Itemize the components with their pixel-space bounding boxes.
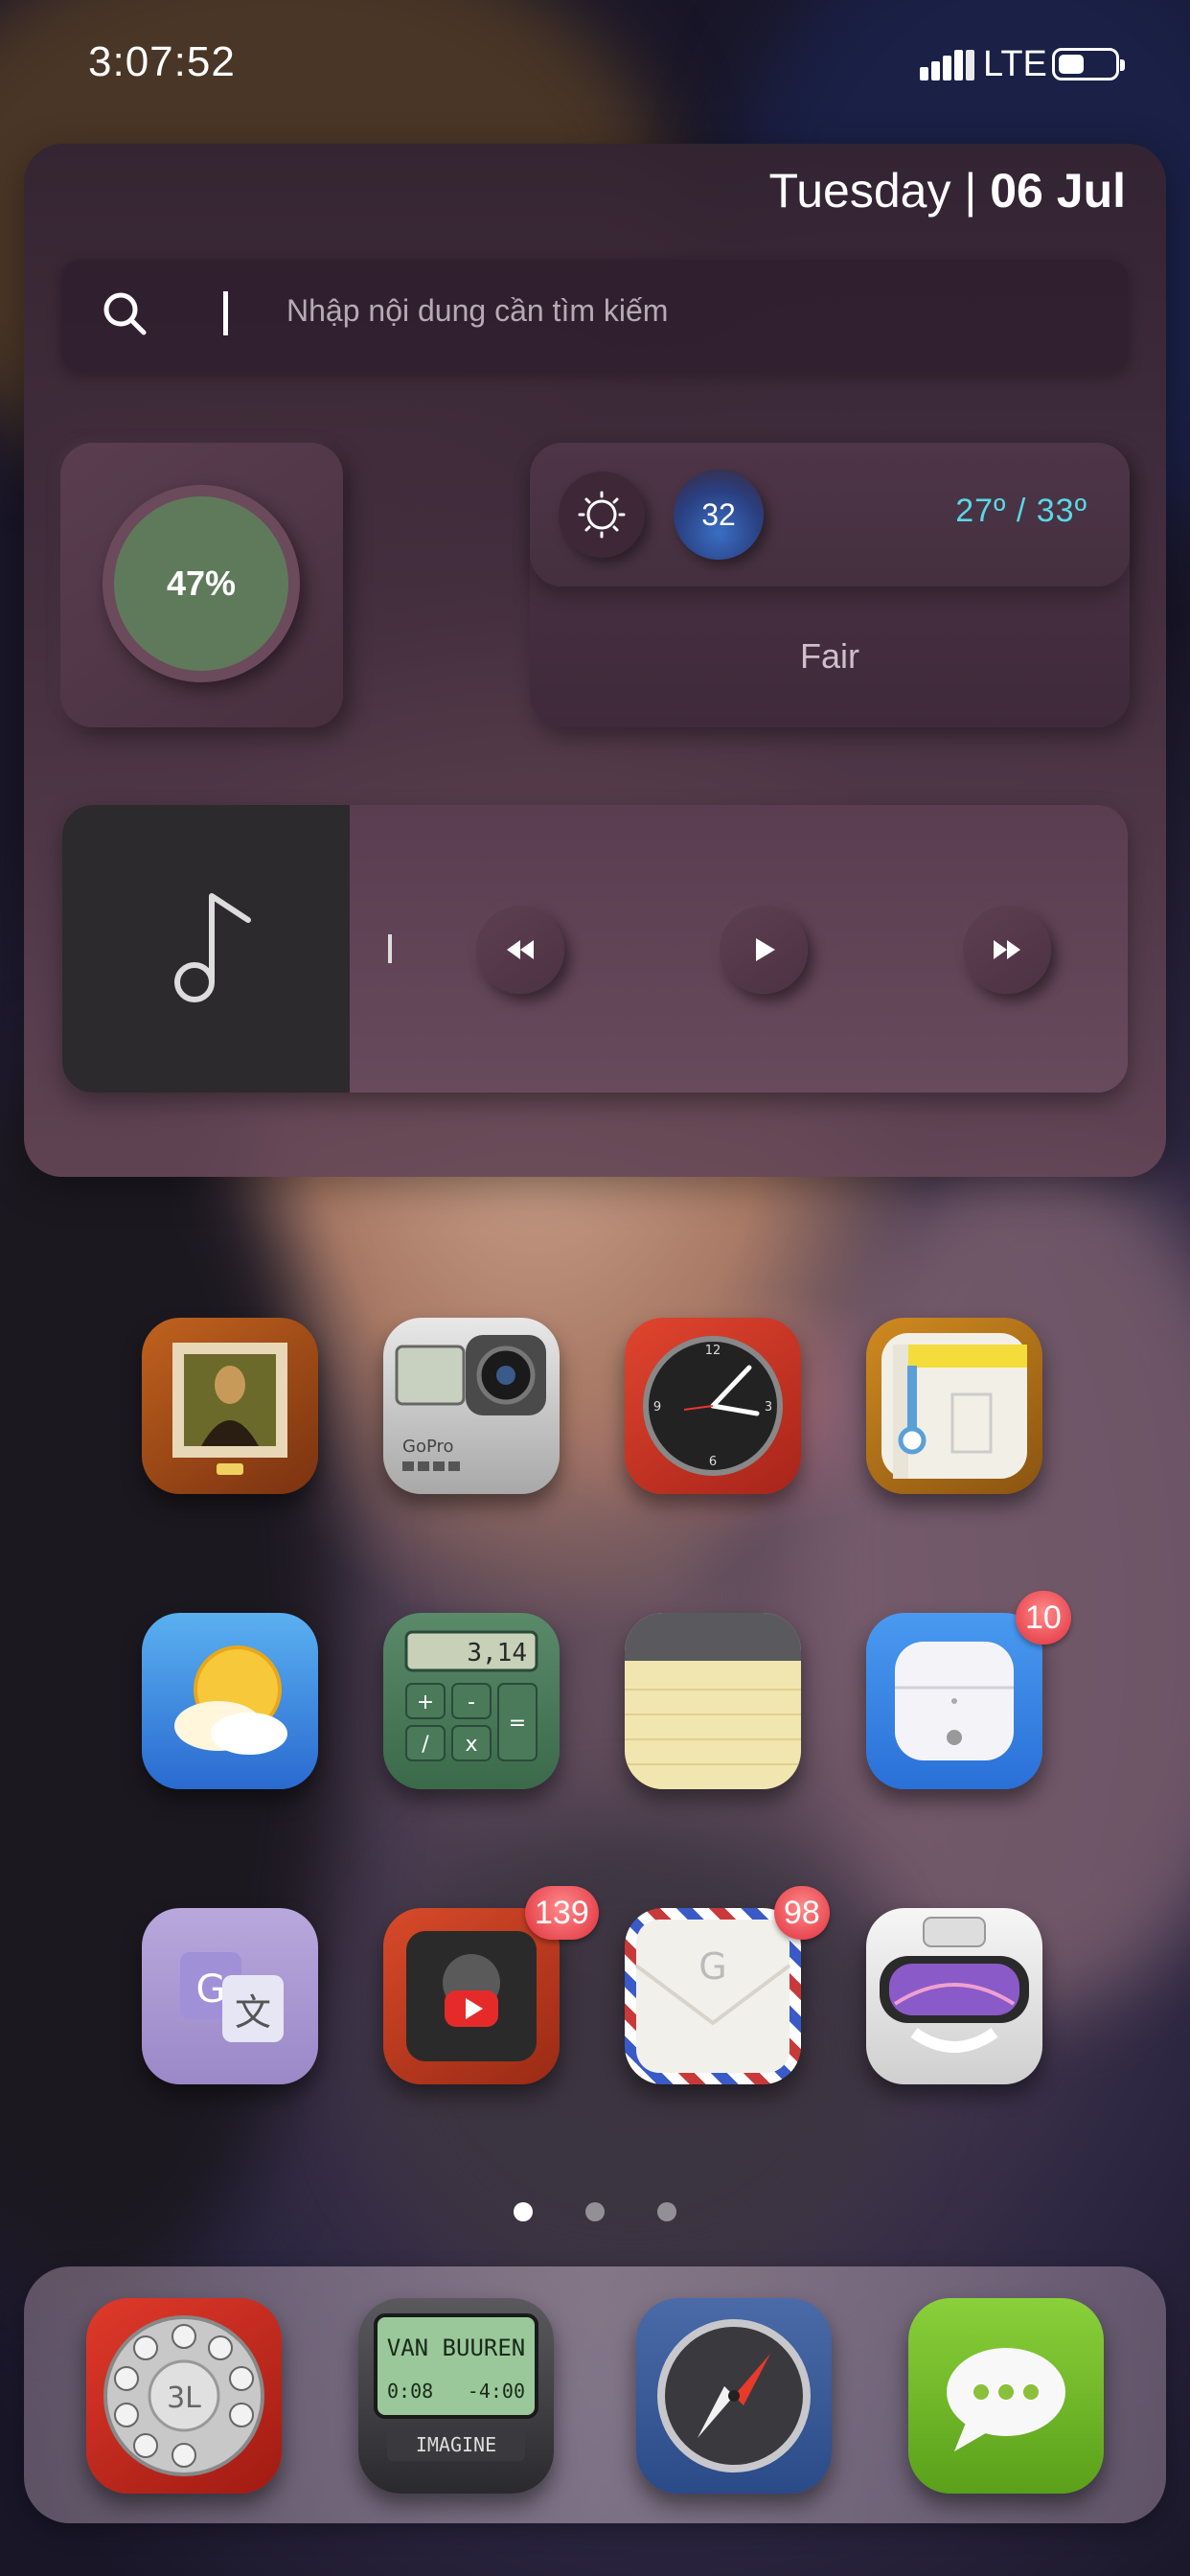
music-widget bbox=[62, 805, 1128, 1092]
play-icon bbox=[756, 938, 775, 961]
dock-safari[interactable] bbox=[636, 2298, 832, 2494]
music-player-icon: VAN BUUREN 0:08 -4:00 IMAGINE bbox=[374, 2313, 538, 2461]
svg-text:3L: 3L bbox=[167, 2381, 201, 2415]
notification-badge: 10 bbox=[1016, 1591, 1071, 1644]
app-notes[interactable] bbox=[625, 1613, 801, 1789]
app-translate[interactable]: G 文 bbox=[142, 1908, 318, 2084]
svg-text:x: x bbox=[465, 1733, 477, 1757]
battery-widget[interactable]: 47% bbox=[60, 443, 343, 727]
notification-badge: 139 bbox=[525, 1886, 599, 1940]
app-photos[interactable] bbox=[142, 1318, 318, 1494]
airpods-case-icon bbox=[895, 1642, 1014, 1760]
app-youtube[interactable] bbox=[383, 1908, 560, 2084]
app-clock[interactable]: 12 3 6 9 bbox=[625, 1318, 801, 1494]
gopro-camera-icon: GoPro bbox=[395, 1335, 546, 1471]
player-time-elapsed: 0:08 bbox=[387, 2380, 433, 2403]
progress-marker[interactable] bbox=[388, 934, 392, 963]
forward-button[interactable] bbox=[963, 906, 1051, 994]
mona-lisa-frame-icon bbox=[172, 1343, 287, 1475]
weather-header: 32 27º / 33º bbox=[530, 443, 1130, 586]
battery-icon bbox=[1052, 48, 1125, 80]
album-art[interactable] bbox=[62, 805, 350, 1092]
sun-cloud-icon bbox=[174, 1645, 287, 1755]
svg-text:3: 3 bbox=[765, 1400, 772, 1414]
map-icon bbox=[881, 1333, 1027, 1479]
sun-icon bbox=[578, 491, 626, 539]
page-dot[interactable] bbox=[657, 2202, 676, 2221]
temperature-button[interactable]: 32 bbox=[674, 470, 764, 560]
notification-badge: 98 bbox=[774, 1886, 830, 1940]
app-camera[interactable]: GoPro bbox=[383, 1318, 560, 1494]
player-track-line: VAN BUUREN bbox=[387, 2334, 526, 2361]
current-temp: 32 bbox=[701, 497, 736, 532]
search-bar[interactable]: Nhập nội dung cần tìm kiếm bbox=[60, 257, 1130, 372]
rewind-button[interactable] bbox=[476, 906, 564, 994]
svg-text:GoPro: GoPro bbox=[402, 1437, 454, 1457]
notepad-icon bbox=[625, 1613, 801, 1765]
dock-phone[interactable]: 3L bbox=[86, 2298, 282, 2494]
svg-text:6: 6 bbox=[709, 1455, 717, 1469]
network-label: LTE bbox=[983, 44, 1047, 84]
app-calculator[interactable]: 3,14 + - / x = bbox=[383, 1613, 560, 1789]
search-icon bbox=[103, 292, 147, 335]
ski-goggles-icon bbox=[880, 1917, 1029, 2053]
dock-music-player[interactable]: VAN BUUREN 0:08 -4:00 IMAGINE bbox=[358, 2298, 554, 2494]
page-dot-active[interactable] bbox=[514, 2202, 533, 2221]
date-separator: | bbox=[950, 164, 991, 218]
app-goggles[interactable] bbox=[866, 1908, 1042, 2084]
page-dot[interactable] bbox=[585, 2202, 605, 2221]
date-date: 06 Jul bbox=[990, 164, 1126, 218]
calculator-icon: 3,14 + - / x = bbox=[404, 1630, 538, 1761]
svg-text:+: + bbox=[417, 1690, 434, 1714]
player-time-remaining: -4:00 bbox=[468, 2380, 525, 2403]
date-day: Tuesday bbox=[768, 164, 951, 218]
app-airpods[interactable] bbox=[866, 1613, 1042, 1789]
rewind-icon bbox=[507, 940, 534, 959]
play-button[interactable] bbox=[720, 906, 808, 994]
svg-text:9: 9 bbox=[653, 1400, 661, 1414]
envelope-icon: G bbox=[634, 1920, 791, 2073]
svg-text:/: / bbox=[422, 1733, 429, 1757]
weather-condition: Fair bbox=[800, 636, 859, 676]
app-gmail[interactable]: G bbox=[625, 1908, 801, 2084]
sun-button[interactable] bbox=[559, 472, 645, 558]
text-cursor bbox=[223, 291, 228, 335]
svg-text:=: = bbox=[509, 1712, 526, 1736]
youtube-icon bbox=[406, 1931, 537, 2061]
widget-panel: Tuesday | 06 Jul Nhập nội dung cần tìm k… bbox=[24, 144, 1166, 1177]
svg-text:12: 12 bbox=[705, 1344, 721, 1358]
app-weather[interactable] bbox=[142, 1613, 318, 1789]
svg-text:文: 文 bbox=[235, 1991, 271, 2034]
player-album: IMAGINE bbox=[416, 2433, 496, 2456]
compass-icon bbox=[657, 2319, 811, 2472]
status-time: 3:07:52 bbox=[88, 38, 236, 85]
google-translate-icon: G 文 bbox=[180, 1952, 284, 2042]
dock-messages[interactable] bbox=[908, 2298, 1104, 2494]
battery-ring: 47% bbox=[103, 485, 300, 682]
rotary-phone-icon: 3L bbox=[103, 2315, 264, 2476]
svg-text:3,14: 3,14 bbox=[467, 1639, 527, 1668]
fast-forward-icon bbox=[994, 940, 1020, 959]
search-placeholder: Nhập nội dung cần tìm kiếm bbox=[286, 293, 669, 328]
status-bar: 3:07:52 LTE bbox=[0, 0, 1190, 134]
chat-bubble-icon bbox=[947, 2348, 1065, 2451]
temp-range: 27º / 33º bbox=[955, 493, 1087, 529]
svg-text:-: - bbox=[468, 1690, 475, 1714]
svg-text:G: G bbox=[698, 1945, 726, 1988]
svg-text:G: G bbox=[196, 1967, 226, 2012]
app-maps[interactable] bbox=[866, 1318, 1042, 1494]
clock-icon: 12 3 6 9 bbox=[643, 1336, 783, 1476]
date-label: Tuesday | 06 Jul bbox=[769, 163, 1126, 218]
weather-widget[interactable]: 32 27º / 33º Fair bbox=[530, 443, 1130, 727]
battery-percent: 47% bbox=[166, 564, 237, 603]
signal-icon bbox=[920, 50, 975, 80]
music-note-icon bbox=[174, 893, 251, 1002]
